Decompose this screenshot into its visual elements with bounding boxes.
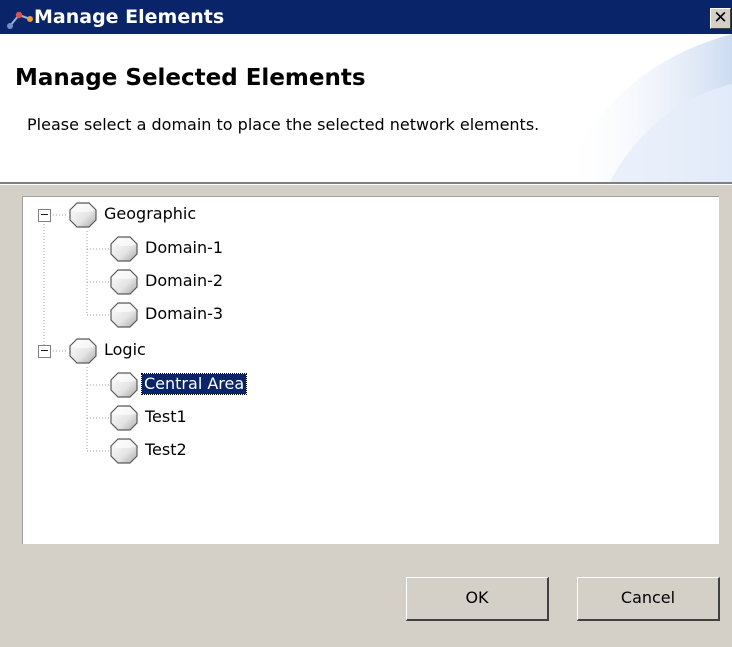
domain-hexagon-icon	[109, 436, 139, 466]
domain-hexagon-icon	[109, 267, 139, 297]
tree-node-label: Domain-1	[145, 238, 224, 257]
domain-hexagon-icon	[109, 370, 139, 400]
domain-hexagon-icon	[68, 200, 98, 230]
minus-icon: −	[39, 208, 50, 221]
minus-icon: −	[39, 344, 50, 357]
dialog-heading: Manage Selected Elements	[15, 65, 366, 91]
tree-node-label: Geographic	[104, 204, 197, 223]
collapse-toggle-logic[interactable]: −	[38, 345, 51, 358]
tree-node-label: Logic	[104, 340, 146, 359]
close-icon: ✕	[713, 8, 728, 28]
domain-hexagon-icon	[109, 234, 139, 264]
close-button[interactable]: ✕	[710, 8, 731, 29]
window-title: Manage Elements	[34, 6, 225, 28]
tree-node-label: Domain-3	[145, 304, 224, 323]
domain-tree[interactable]: − Geographic Domain-1 Domain-2 Domain-3 …	[22, 196, 719, 544]
cancel-button[interactable]: Cancel	[577, 577, 720, 621]
network-link-icon	[7, 11, 33, 29]
header-decoration	[560, 34, 732, 182]
tree-node-label-selected: Central Area	[140, 373, 248, 395]
domain-hexagon-icon	[109, 300, 139, 330]
tree-node-label: Test2	[145, 440, 187, 459]
tree-node-label: Domain-2	[145, 271, 224, 290]
domain-hexagon-icon	[109, 403, 139, 433]
header-divider	[0, 182, 732, 185]
dialog-description: Please select a domain to place the sele…	[27, 115, 540, 134]
tree-node-label: Test1	[145, 407, 187, 426]
ok-button[interactable]: OK	[406, 577, 549, 621]
title-bar: Manage Elements ✕	[0, 0, 732, 34]
dialog-header: Manage Selected Elements Please select a…	[0, 34, 732, 182]
domain-hexagon-icon	[68, 336, 98, 366]
collapse-toggle-geographic[interactable]: −	[38, 209, 51, 222]
